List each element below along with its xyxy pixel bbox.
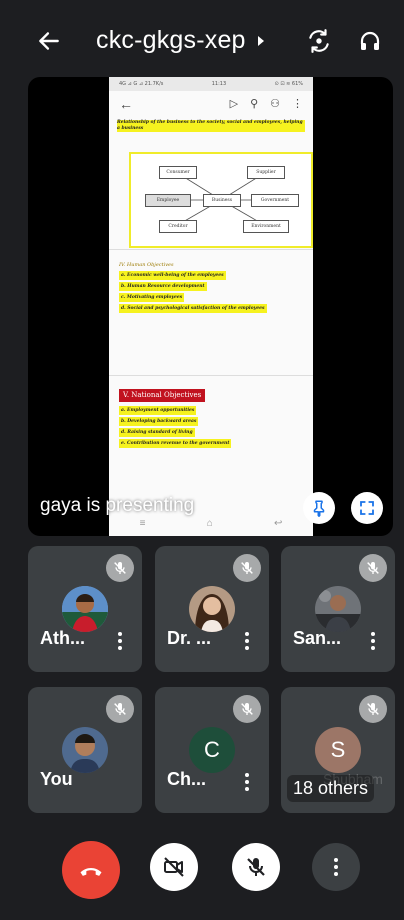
participant-tile[interactable]: Dr. ... [155, 546, 269, 672]
participant-name: San... [293, 628, 342, 648]
shared-screen: 4G ⊿ G ⊿ 21.7K/s 11:13 ⊙ ⊡ ≋ 61% ← ▷ ⚲ ⚇… [109, 77, 313, 536]
more-vertical-icon[interactable] [245, 632, 249, 653]
shared-add-person-icon: ⚇ [270, 98, 280, 110]
more-options-button[interactable] [312, 843, 360, 891]
diagram-node-business: Business [203, 194, 241, 207]
human-objective-item: a. Economic well-being of the employees [119, 271, 226, 280]
presentation-stage[interactable]: 4G ⊿ G ⊿ 21.7K/s 11:13 ⊙ ⊡ ≋ 61% ← ▷ ⚲ ⚇… [28, 77, 393, 536]
meeting-code[interactable]: ckc-gkgs-xep [96, 26, 246, 55]
avatar [62, 586, 108, 632]
status-time: 11:13 [211, 81, 227, 87]
fullscreen-icon [360, 501, 374, 515]
shared-back-nav-icon: ↩ [273, 517, 283, 529]
national-objective-item: a. Employment opportunities [119, 406, 197, 415]
avatar-letter: C [189, 727, 235, 773]
top-bar: ckc-gkgs-xep [0, 0, 404, 78]
chevron-right-icon[interactable] [258, 36, 264, 46]
call-controls [0, 823, 404, 920]
participant-tile[interactable]: San... [281, 546, 395, 672]
participant-name: Ch... [167, 769, 206, 789]
national-objectives-heading: V. National Objectives [119, 389, 206, 402]
participant-name: Ath... [40, 628, 85, 648]
status-right: ⊙ ⊡ ≋ 61% [274, 81, 303, 87]
back-arrow-icon[interactable] [36, 28, 62, 54]
more-vertical-icon[interactable] [371, 632, 375, 653]
human-objective-item: c. Motivating employees [119, 293, 185, 302]
mic-off-icon [359, 695, 387, 723]
mic-off-icon [233, 554, 261, 582]
pin-icon [313, 500, 325, 517]
others-tile[interactable]: S Shubham 18 others [281, 687, 395, 813]
national-objective-item: b. Developing backward areas [119, 417, 199, 426]
phone-end-icon [80, 867, 102, 876]
fullscreen-button[interactable] [351, 492, 383, 524]
national-objective-item: d. Raising standard of living [119, 428, 195, 437]
shared-more-icon: ⋮ [292, 98, 303, 110]
mic-off-icon [106, 554, 134, 582]
end-call-button[interactable] [62, 841, 120, 899]
human-objectives-heading: IV. Human Objectives [119, 262, 174, 268]
headphones-icon[interactable] [358, 28, 382, 54]
shared-play-icon: ▷ [229, 98, 239, 110]
others-count[interactable]: 18 others [287, 775, 375, 802]
participant-tile[interactable]: C Ch... [155, 687, 269, 813]
switch-camera-icon[interactable] [306, 28, 332, 54]
participant-name: You [40, 769, 73, 789]
national-objectives: V. National Objectives a. Employment opp… [119, 389, 232, 449]
human-objective-item: b. Human Resource development [119, 282, 207, 291]
pin-button[interactable] [303, 492, 335, 524]
shared-search-icon: ⚲ [250, 98, 259, 110]
diagram-node-environment: Environment [243, 220, 289, 233]
mic-off-icon [247, 858, 265, 876]
more-vertical-icon [334, 858, 338, 876]
diagram-node-consumer: Consumer [159, 166, 197, 179]
shared-home-icon: ⌂ [206, 517, 213, 529]
mic-off-icon [359, 554, 387, 582]
mic-off-icon [106, 695, 134, 723]
mic-toggle-button[interactable] [232, 843, 280, 891]
status-left: 4G ⊿ G ⊿ 21.7K/s [119, 81, 164, 87]
avatar [62, 727, 108, 773]
doc-intro: Relationship of the business to the soci… [109, 117, 313, 135]
page-divider [109, 375, 313, 376]
presenter-label: gaya is presenting [40, 495, 195, 516]
relationship-diagram: Consumer Supplier Employee Business Gove… [129, 152, 313, 248]
human-objective-item: d. Social and psychological satisfaction… [119, 304, 267, 313]
shared-app-bar: ← ▷ ⚲ ⚇ ⋮ [109, 91, 313, 117]
avatar [189, 586, 235, 632]
diagram-node-government: Government [251, 194, 299, 207]
shared-menu-icon: ≡ [139, 517, 146, 529]
more-vertical-icon[interactable] [118, 632, 122, 653]
mic-off-icon [233, 695, 261, 723]
shared-status-bar: 4G ⊿ G ⊿ 21.7K/s 11:13 ⊙ ⊡ ≋ 61% [109, 77, 313, 91]
avatar [315, 586, 361, 632]
diagram-node-supplier: Supplier [247, 166, 285, 179]
diagram-node-creditor: Creditor [159, 220, 197, 233]
participant-name: Dr. ... [167, 628, 212, 648]
human-objectives: IV. Human Objectives a. Economic well-be… [119, 261, 267, 314]
national-objective-item: e. Contribution revenue to the governmen… [119, 439, 232, 448]
page-divider [109, 249, 313, 250]
participant-tile[interactable]: Ath... [28, 546, 142, 672]
more-vertical-icon[interactable] [245, 773, 249, 794]
avatar-letter: S [315, 727, 361, 773]
camera-off-icon [164, 857, 184, 877]
participant-tile-self[interactable]: You [28, 687, 142, 813]
shared-back-icon: ← [119, 96, 133, 112]
camera-toggle-button[interactable] [150, 843, 198, 891]
diagram-node-employee: Employee [145, 194, 191, 207]
